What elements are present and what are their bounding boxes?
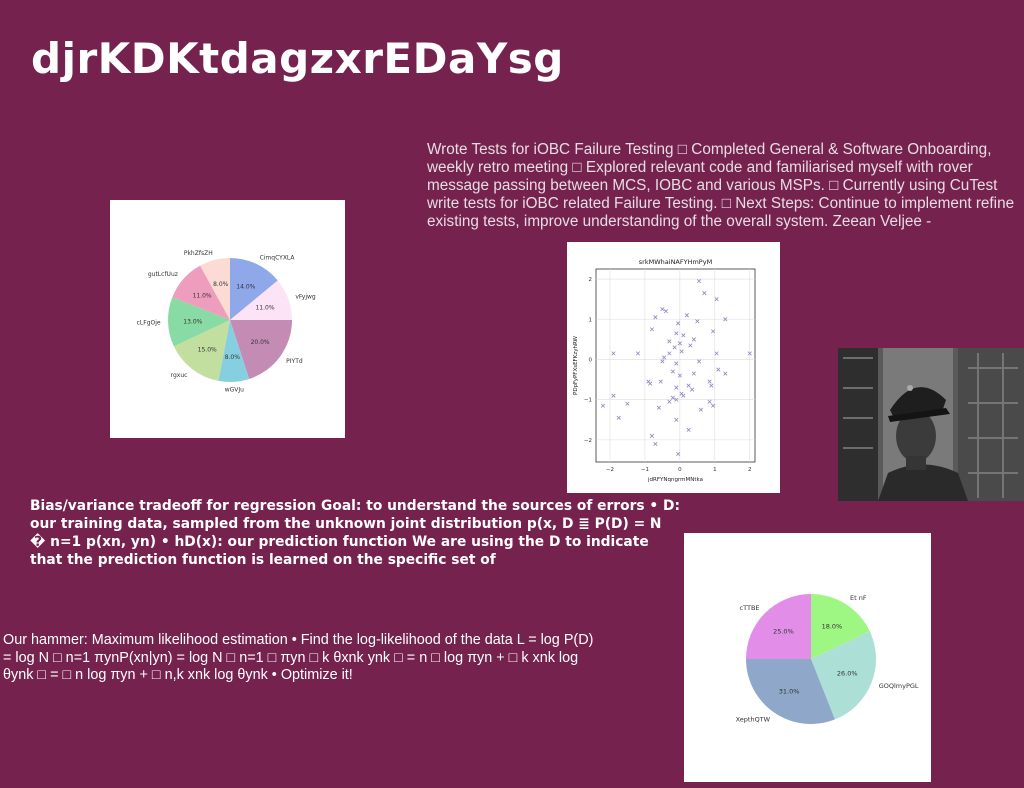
pie-chart-1-svg: 14.0% CimqCYXLA 11.0% vFyjwg 20.0% PIYTd 8.0% w…: [137, 250, 316, 394]
scatter-chart: −2 −1 0 1 2 −2 −1 0 1 2 srkMWhaiNAFYHmPyM jdRFYNqng…: [567, 242, 780, 493]
scatter-x-axis-label: jdRFYNqngrmMNtka: [647, 477, 703, 483]
pie1-category-label: PkhZfsZH: [184, 250, 213, 257]
pie1-category-label: gutLcfUuz: [148, 271, 178, 278]
pie2-category-label: XepthQTW: [736, 715, 771, 723]
scatter-x-tick-label: −2: [606, 467, 614, 473]
pie1-pct-label: 11.0%: [255, 304, 274, 311]
scatter-y-tick-label: 0: [589, 357, 593, 363]
pie2-pct-label: 18.0%: [822, 622, 843, 630]
pie1-pct-label: 11.0%: [193, 292, 212, 299]
scatter-y-tick-label: 1: [589, 317, 593, 323]
pie1-pct-label: 20.0%: [251, 339, 270, 346]
pie1-pct-label: 8.0%: [225, 354, 241, 361]
scatter-x-tick-label: 0: [678, 467, 682, 473]
pie1-category-label: rgxuc: [171, 372, 188, 379]
scatter-y-tick-label: −2: [584, 438, 592, 444]
scatter-x-tick-label: 1: [713, 467, 717, 473]
page-title: djrKDKtdagzxrEDaYsg: [31, 34, 564, 83]
scatter-title: srkMWhaiNAFYHmPyM: [639, 258, 712, 266]
pie2-category-label: Et nF: [850, 594, 867, 602]
text-block-bottom-left: Our hammer: Maximum likelihood estimatio…: [3, 632, 594, 683]
pie-chart-1: 14.0% CimqCYXLA 11.0% vFyjwg 20.0% PIYTd 8.0% w…: [110, 200, 345, 438]
pie1-pct-label: 15.0%: [198, 346, 217, 353]
photo-police-officer-image: [838, 348, 1024, 501]
pie2-category-label: GOQlmyPGL: [879, 682, 919, 690]
pie1-category-label: cLFgOje: [137, 319, 161, 326]
scatter-plot-area: [595, 268, 756, 463]
scatter-x-tick-label: 2: [748, 467, 752, 473]
text-block-top-right: Wrote Tests for iOBC Failure Testing □ C…: [427, 141, 1015, 230]
scatter-x-tick-label: −1: [641, 467, 649, 473]
scatter-chart-svg: −2 −1 0 1 2 −2 −1 0 1 2 srkMWhaiNAFYHmPyM jdRFYNqng…: [573, 258, 756, 483]
pie2-pct-label: 25.0%: [773, 628, 794, 636]
pie2-pct-label: 26.0%: [837, 670, 858, 678]
pie1-pct-label: 13.0%: [183, 318, 202, 325]
pie1-category-label: CimqCYXLA: [260, 254, 296, 261]
pie2-category-label: cTTBE: [740, 604, 760, 612]
scatter-y-tick-label: −1: [584, 398, 592, 404]
pie1-pct-label: 8.0%: [213, 281, 229, 288]
pie1-category-label: wGVJu: [225, 386, 244, 393]
pie-chart-2-svg: 18.0% Et nF 26.0% GOQlmyPGL 31.0% XepthQTW 25.…: [736, 594, 919, 724]
pie2-pct-label: 31.0%: [779, 688, 800, 696]
photo-police-officer: [838, 348, 1024, 501]
text-block-middle-left: Bias/variance tradeoff for regression Go…: [30, 498, 680, 568]
pie-chart-2: 18.0% Et nF 26.0% GOQlmyPGL 31.0% XepthQTW 25.…: [684, 533, 931, 782]
scatter-y-axis-label: PDpFyPFXsEFKzyhRW: [573, 335, 579, 395]
pie1-pct-label: 14.0%: [236, 283, 255, 290]
pie1-category-label: PIYTd: [286, 358, 303, 365]
pie1-category-label: vFyjwg: [295, 294, 316, 301]
scatter-y-tick-label: 2: [589, 277, 593, 283]
